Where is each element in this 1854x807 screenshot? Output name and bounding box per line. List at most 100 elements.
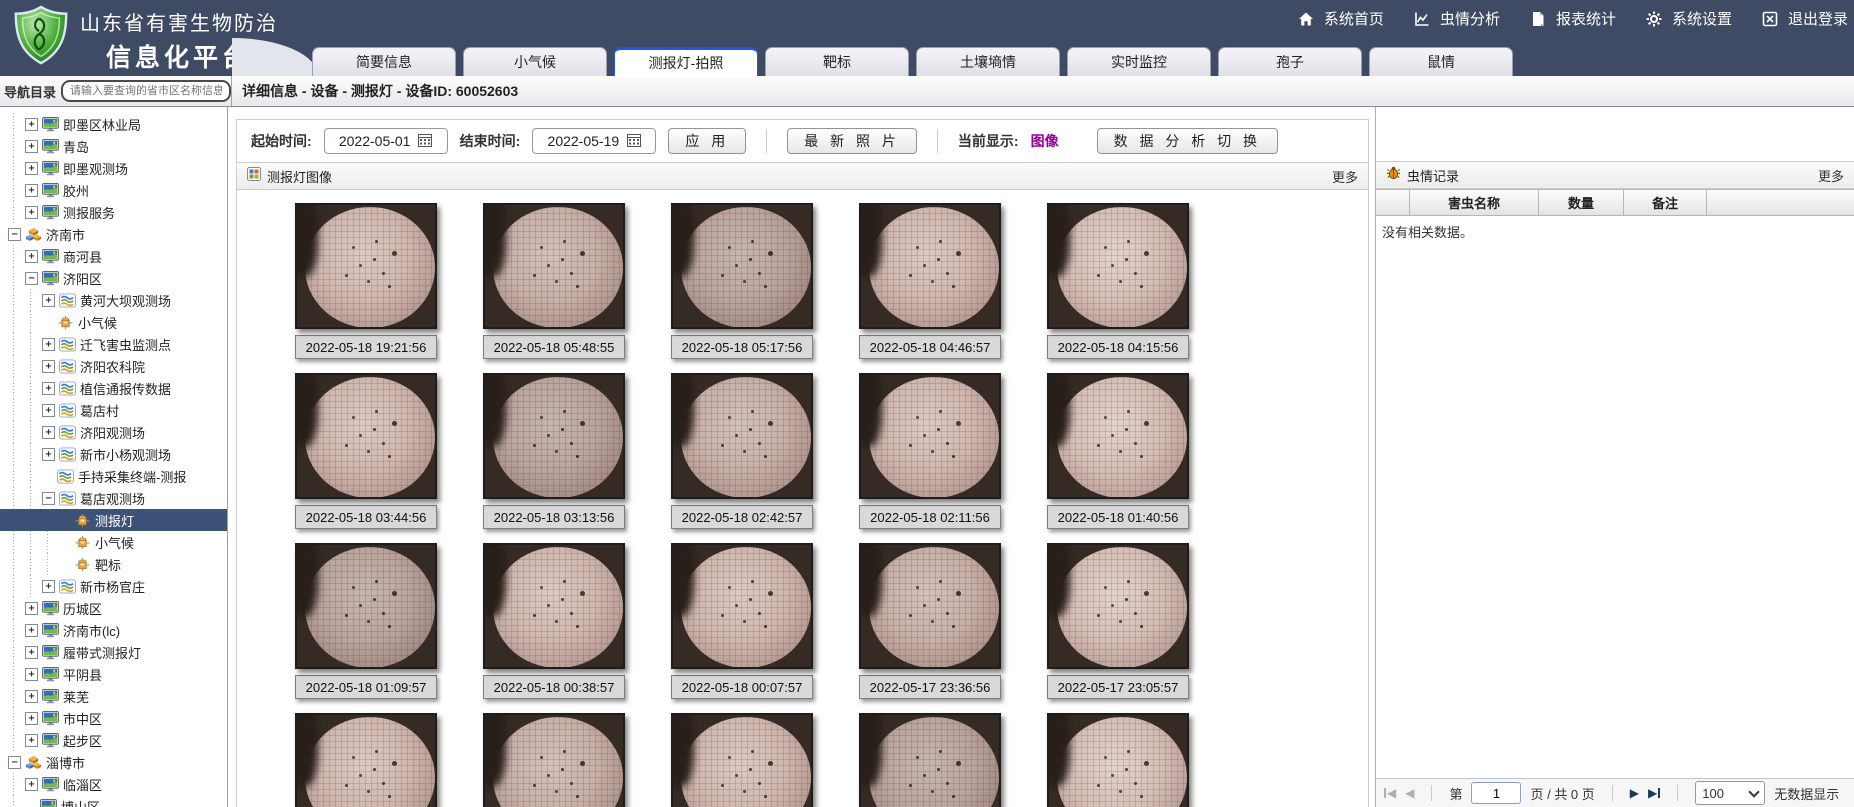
expand-toggle-icon[interactable]: + (25, 690, 38, 703)
top-menu-item-4[interactable]: 系统设置 (1646, 8, 1732, 29)
expand-toggle-icon[interactable]: + (25, 668, 38, 681)
start-date-field[interactable]: 2022-05-01 (324, 128, 448, 154)
trap-lamp-photo[interactable] (483, 713, 625, 807)
tree-item-临淄区[interactable]: +临淄区 (0, 773, 227, 795)
expand-toggle-icon[interactable]: + (25, 624, 38, 637)
end-date-field[interactable]: 2022-05-19 (532, 128, 656, 154)
tree-item-小气候[interactable]: 小气候 (0, 311, 227, 333)
tab-6[interactable]: 实时监控 (1067, 47, 1211, 76)
tab-2[interactable]: 小气候 (463, 47, 607, 76)
next-page-button[interactable]: ▶ (1630, 786, 1639, 800)
trap-lamp-photo[interactable] (859, 713, 1001, 807)
top-menu-item-2[interactable]: 虫情分析 (1414, 8, 1500, 29)
trap-lamp-photo[interactable] (671, 543, 813, 669)
tree-item-即墨观测场[interactable]: +即墨观测场 (0, 157, 227, 179)
collapse-toggle-icon[interactable]: − (8, 228, 21, 241)
tree-item-济南市(lc)[interactable]: +济南市(lc) (0, 619, 227, 641)
tab-1[interactable]: 简要信息 (312, 47, 456, 76)
tree-item-靶标[interactable]: 靶标 (0, 553, 227, 575)
expand-toggle-icon[interactable]: + (42, 338, 55, 351)
expand-toggle-icon[interactable]: + (25, 206, 38, 219)
calendar-icon[interactable] (627, 133, 641, 150)
trap-lamp-photo[interactable] (671, 713, 813, 807)
tree-item-济阳区[interactable]: −济阳区 (0, 267, 227, 289)
top-menu-item-1[interactable]: 系统首页 (1298, 8, 1384, 29)
expand-toggle-icon[interactable]: + (42, 404, 55, 417)
trap-lamp-photo[interactable] (859, 373, 1001, 499)
trap-lamp-photo[interactable] (671, 203, 813, 329)
trap-lamp-photo[interactable] (1047, 543, 1189, 669)
tree-item-济阳观测场[interactable]: +济阳观测场 (0, 421, 227, 443)
expand-toggle-icon[interactable]: + (25, 734, 38, 747)
expand-toggle-icon[interactable]: + (25, 646, 38, 659)
tree-item-即墨区林业局[interactable]: +即墨区林业局 (0, 113, 227, 135)
tree-item-葛店观测场[interactable]: −葛店观测场 (0, 487, 227, 509)
trap-lamp-photo[interactable] (483, 373, 625, 499)
tab-5[interactable]: 土壤墒情 (916, 47, 1060, 76)
tree-item-植信通报传数据[interactable]: +植信通报传数据 (0, 377, 227, 399)
page-number-input[interactable] (1471, 782, 1521, 804)
last-page-button[interactable]: ▶ (1648, 786, 1660, 800)
expand-toggle-icon[interactable]: + (25, 162, 38, 175)
tab-4[interactable]: 靶标 (765, 47, 909, 76)
expand-toggle-icon[interactable]: + (25, 602, 38, 615)
first-page-button[interactable]: ◀ (1384, 786, 1396, 800)
tree-item-葛店村[interactable]: +葛店村 (0, 399, 227, 421)
tree-item-济南市[interactable]: −济南市 (0, 223, 227, 245)
trap-lamp-photo[interactable] (859, 543, 1001, 669)
expand-toggle-icon[interactable]: + (42, 360, 55, 373)
expand-toggle-icon[interactable]: + (25, 778, 38, 791)
tree-item-履带式测报灯[interactable]: +履带式测报灯 (0, 641, 227, 663)
expand-toggle-icon[interactable]: + (25, 712, 38, 725)
tree-item-新市小杨观测场[interactable]: +新市小杨观测场 (0, 443, 227, 465)
expand-toggle-icon[interactable]: + (25, 250, 38, 263)
tree-item-胶州[interactable]: +胶州 (0, 179, 227, 201)
tab-8[interactable]: 鼠情 (1369, 47, 1513, 76)
tree-item-手持采集终端-测报[interactable]: 手持采集终端-测报 (0, 465, 227, 487)
tree-item-迁飞害虫监测点[interactable]: +迁飞害虫监测点 (0, 333, 227, 355)
expand-toggle-icon[interactable]: + (42, 580, 55, 593)
expand-toggle-icon[interactable]: + (42, 448, 55, 461)
calendar-icon[interactable] (418, 133, 432, 150)
data-analysis-switch-button[interactable]: 数 据 分 析 切 换 (1097, 128, 1278, 154)
tree-item-淄博市[interactable]: −淄博市 (0, 751, 227, 773)
tree-item-起步区[interactable]: +起步区 (0, 729, 227, 751)
tree-item-济阳农科院[interactable]: +济阳农科院 (0, 355, 227, 377)
trap-lamp-photo[interactable] (1047, 203, 1189, 329)
tab-3[interactable]: 测报灯-拍照 (614, 47, 758, 76)
trap-lamp-photo[interactable] (295, 203, 437, 329)
page-size-select[interactable]: 100 (1695, 781, 1765, 805)
tree-item-历城区[interactable]: +历城区 (0, 597, 227, 619)
tree-item-黄河大坝观测场[interactable]: +黄河大坝观测场 (0, 289, 227, 311)
trap-lamp-photo[interactable] (295, 713, 437, 807)
apply-button[interactable]: 应 用 (668, 128, 746, 154)
trap-lamp-photo[interactable] (295, 373, 437, 499)
collapse-toggle-icon[interactable]: − (8, 756, 21, 769)
tree-item-市中区[interactable]: +市中区 (0, 707, 227, 729)
trap-lamp-photo[interactable] (859, 203, 1001, 329)
top-menu-item-3[interactable]: 报表统计 (1530, 8, 1616, 29)
trap-lamp-photo[interactable] (295, 543, 437, 669)
expand-toggle-icon[interactable]: + (42, 426, 55, 439)
trap-lamp-photo[interactable] (483, 203, 625, 329)
expand-toggle-icon[interactable]: + (42, 382, 55, 395)
tree-item-测报服务[interactable]: +测报服务 (0, 201, 227, 223)
collapse-toggle-icon[interactable]: − (25, 272, 38, 285)
trap-lamp-photo[interactable] (483, 543, 625, 669)
expand-toggle-icon[interactable]: + (25, 184, 38, 197)
expand-toggle-icon[interactable]: + (25, 140, 38, 153)
tree-item-测报灯[interactable]: 测报灯 (0, 509, 227, 531)
trap-lamp-photo[interactable] (671, 373, 813, 499)
top-menu-item-5[interactable]: 退出登录 (1762, 8, 1848, 29)
trap-lamp-photo[interactable] (1047, 713, 1189, 807)
collapse-toggle-icon[interactable]: − (42, 492, 55, 505)
prev-page-button[interactable]: ◀ (1405, 786, 1414, 800)
tree-item-新市杨官庄[interactable]: +新市杨官庄 (0, 575, 227, 597)
tree-item-博山区[interactable]: 博山区 (0, 795, 227, 807)
tree-item-莱芜[interactable]: +莱芜 (0, 685, 227, 707)
tab-7[interactable]: 孢子 (1218, 47, 1362, 76)
records-more-link[interactable]: 更多 (1818, 166, 1844, 185)
gallery-more-link[interactable]: 更多 (1332, 167, 1358, 186)
latest-photo-button[interactable]: 最 新 照 片 (787, 128, 917, 154)
expand-toggle-icon[interactable]: + (25, 118, 38, 131)
